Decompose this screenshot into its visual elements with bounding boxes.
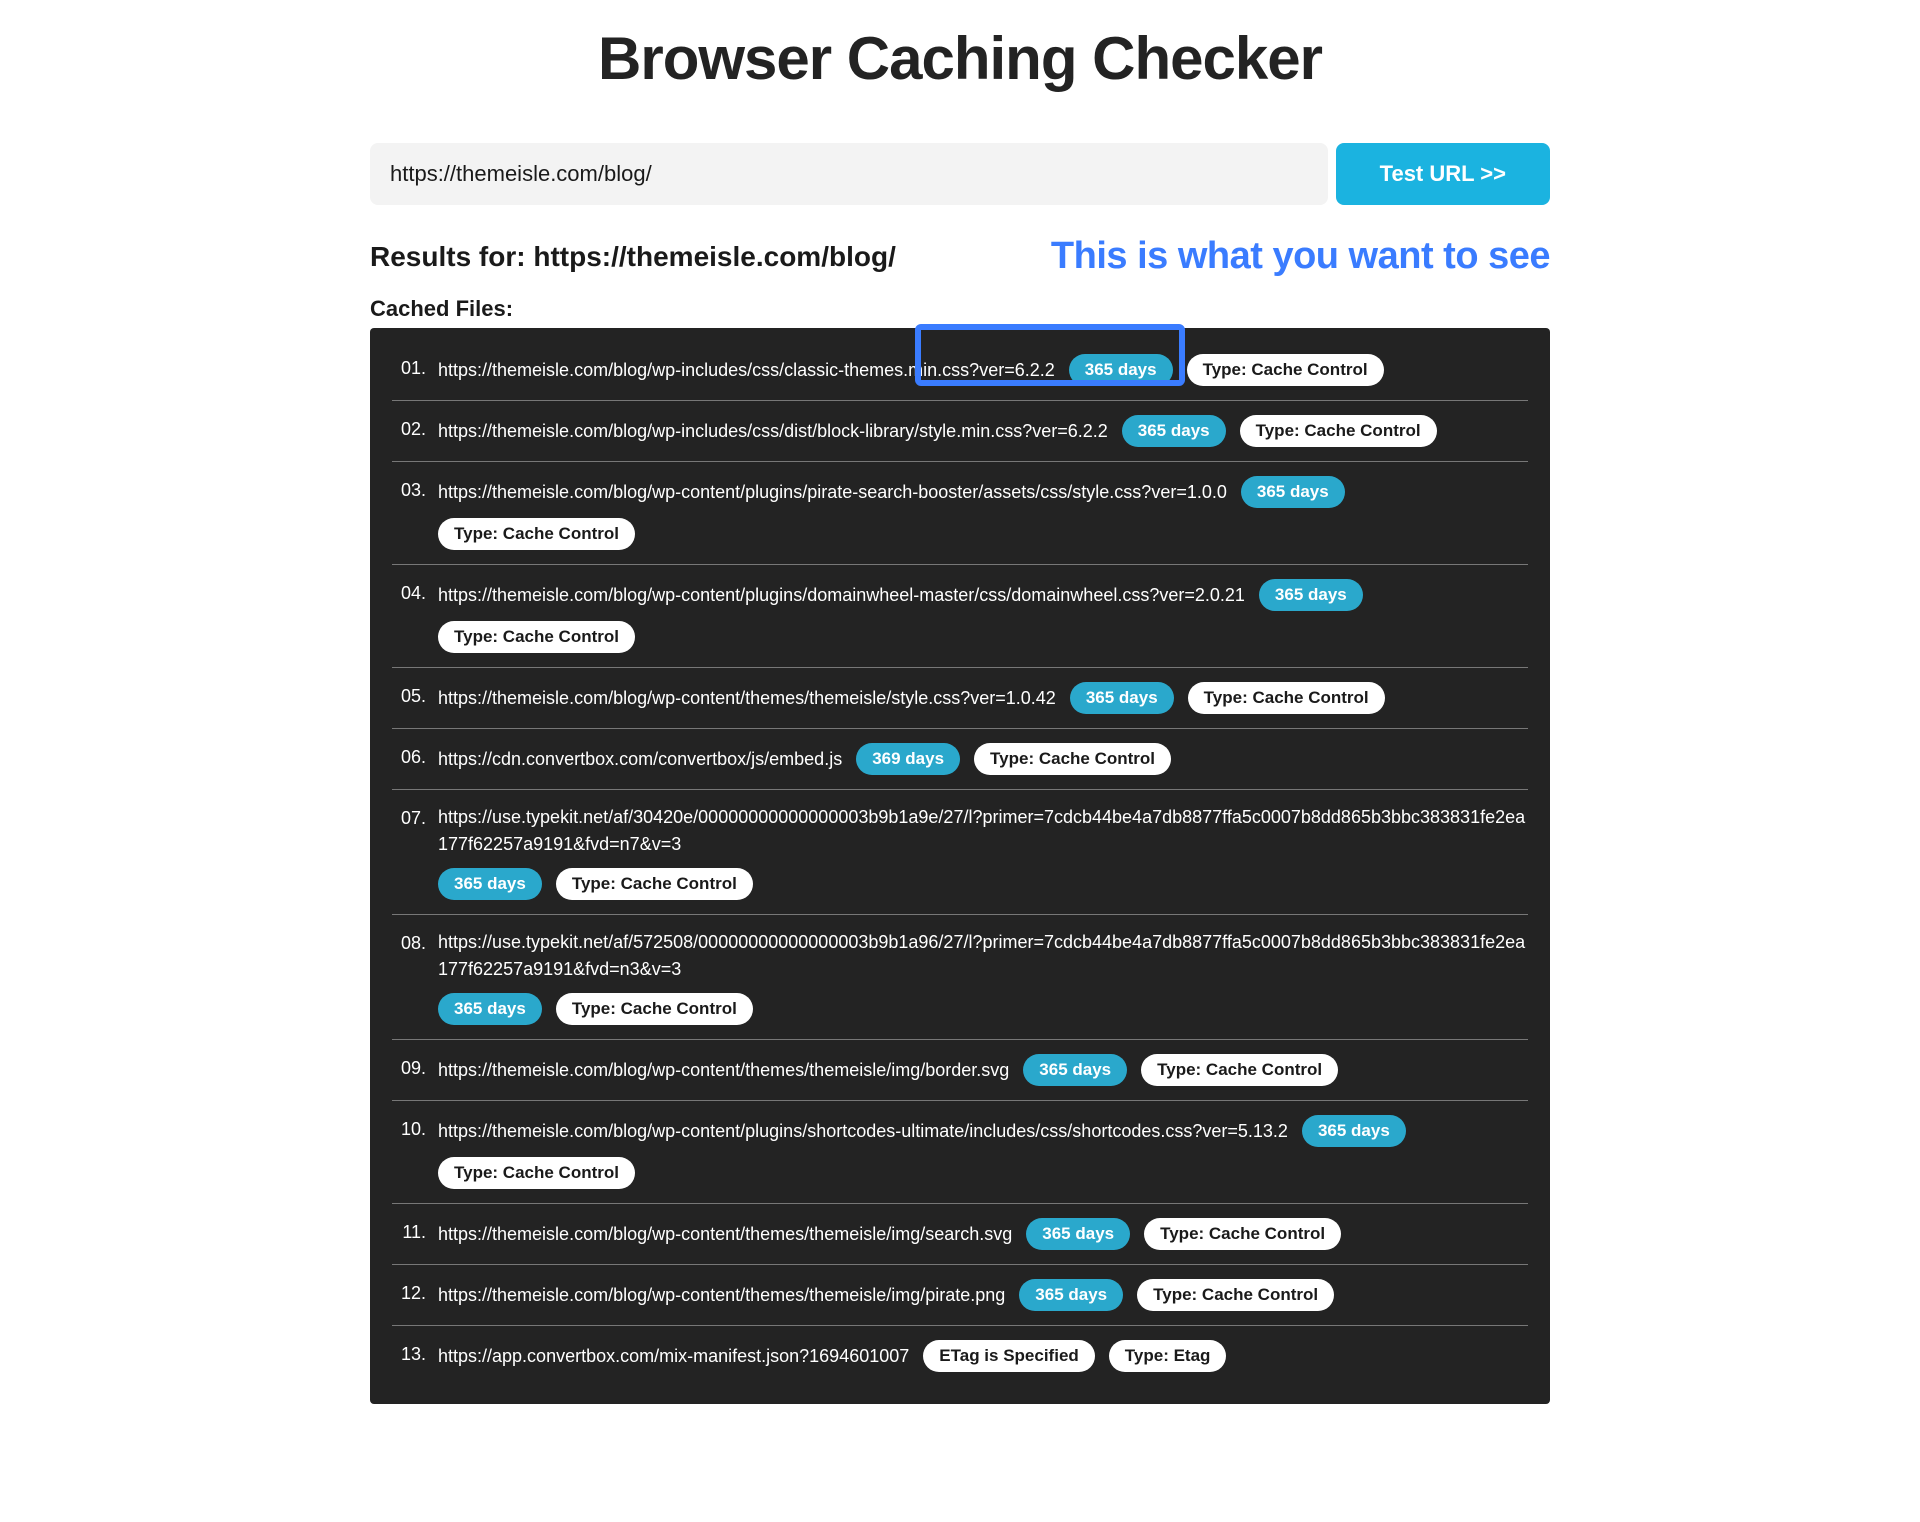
row-index: 05. — [392, 682, 426, 707]
cache-duration-badge: 365 days — [1069, 354, 1173, 386]
row-body: https://themeisle.com/blog/wp-content/th… — [438, 1054, 1528, 1086]
row-body: https://cdn.convertbox.com/convertbox/js… — [438, 743, 1528, 775]
result-row: 11. https://themeisle.com/blog/wp-content… — [392, 1204, 1528, 1265]
result-row: 09. https://themeisle.com/blog/wp-content… — [392, 1040, 1528, 1101]
row-body: https://themeisle.com/blog/wp-content/pl… — [438, 1115, 1528, 1189]
cache-type-badge: Type: Cache Control — [556, 868, 753, 900]
row-url: https://use.typekit.net/af/572508/000000… — [438, 929, 1528, 983]
row-index: 04. — [392, 579, 426, 604]
result-row: 01. https://themeisle.com/blog/wp-include… — [392, 340, 1528, 401]
cache-type-badge: Type: Etag — [1109, 1340, 1227, 1372]
cache-type-badge: Type: Cache Control — [1240, 415, 1437, 447]
row-url: https://themeisle.com/blog/wp-content/pl… — [438, 582, 1245, 609]
cache-type-badge: Type: Cache Control — [556, 993, 753, 1025]
cache-duration-badge: 365 days — [1302, 1115, 1406, 1147]
cache-duration-badge: 365 days — [438, 868, 542, 900]
row-index: 11. — [392, 1218, 426, 1243]
result-row: 10. https://themeisle.com/blog/wp-content… — [392, 1101, 1528, 1204]
url-input[interactable] — [370, 143, 1328, 205]
results-for-url: https://themeisle.com/blog/ — [533, 241, 895, 272]
cache-type-badge: Type: Cache Control — [1187, 354, 1384, 386]
row-index: 03. — [392, 476, 426, 501]
cached-files-label: Cached Files: — [370, 296, 1550, 322]
cache-duration-badge: 365 days — [1023, 1054, 1127, 1086]
result-row: 04. https://themeisle.com/blog/wp-content… — [392, 565, 1528, 668]
row-index: 01. — [392, 354, 426, 379]
result-row: 06. https://cdn.convertbox.com/convertbox… — [392, 729, 1528, 790]
row-url: https://themeisle.com/blog/wp-content/pl… — [438, 1118, 1288, 1145]
cache-type-badge: Type: Cache Control — [438, 1157, 635, 1189]
cache-duration-badge: 369 days — [856, 743, 960, 775]
row-url: https://themeisle.com/blog/wp-includes/c… — [438, 418, 1108, 445]
row-body: https://app.convertbox.com/mix-manifest.… — [438, 1340, 1528, 1372]
url-test-row: Test URL >> — [370, 143, 1550, 205]
page-title: Browser Caching Checker — [370, 0, 1550, 143]
cache-duration-badge: 365 days — [1259, 579, 1363, 611]
cache-type-badge: Type: Cache Control — [1141, 1054, 1338, 1086]
cache-type-badge: Type: Cache Control — [1188, 682, 1385, 714]
result-row: 07. https://use.typekit.net/af/30420e/000… — [392, 790, 1528, 915]
row-body: https://themeisle.com/blog/wp-content/pl… — [438, 579, 1528, 653]
row-index: 09. — [392, 1054, 426, 1079]
row-url: https://themeisle.com/blog/wp-content/pl… — [438, 479, 1227, 506]
result-row: 05. https://themeisle.com/blog/wp-content… — [392, 668, 1528, 729]
row-url: https://themeisle.com/blog/wp-content/th… — [438, 1282, 1005, 1309]
row-index: 06. — [392, 743, 426, 768]
cache-type-badge: Type: Cache Control — [1144, 1218, 1341, 1250]
row-url: https://themeisle.com/blog/wp-content/th… — [438, 1221, 1012, 1248]
cache-duration-badge: 365 days — [1070, 682, 1174, 714]
cache-duration-badge: 365 days — [1026, 1218, 1130, 1250]
annotation-text: This is what you want to see — [1051, 235, 1550, 278]
result-row: 03. https://themeisle.com/blog/wp-content… — [392, 462, 1528, 565]
results-header-row: Results for: https://themeisle.com/blog/… — [370, 235, 1550, 278]
row-index: 13. — [392, 1340, 426, 1365]
results-for-prefix: Results for: — [370, 241, 533, 272]
result-row: 08. https://use.typekit.net/af/572508/000… — [392, 915, 1528, 1040]
cache-type-badge: Type: Cache Control — [1137, 1279, 1334, 1311]
row-body: https://use.typekit.net/af/30420e/000000… — [438, 804, 1528, 900]
row-index: 12. — [392, 1279, 426, 1304]
cache-type-badge: Type: Cache Control — [974, 743, 1171, 775]
row-body: https://themeisle.com/blog/wp-content/th… — [438, 1218, 1528, 1250]
cache-duration-badge: 365 days — [1122, 415, 1226, 447]
results-panel: 01. https://themeisle.com/blog/wp-include… — [370, 328, 1550, 1404]
row-index: 07. — [392, 804, 426, 829]
row-url: https://use.typekit.net/af/30420e/000000… — [438, 804, 1528, 858]
cache-type-badge: ETag is Specified — [923, 1340, 1095, 1372]
row-body: https://themeisle.com/blog/wp-includes/c… — [438, 415, 1528, 447]
result-row: 12. https://themeisle.com/blog/wp-content… — [392, 1265, 1528, 1326]
row-body: https://themeisle.com/blog/wp-includes/c… — [438, 354, 1528, 386]
cache-duration-badge: 365 days — [1241, 476, 1345, 508]
row-url: https://cdn.convertbox.com/convertbox/js… — [438, 746, 842, 773]
row-index: 10. — [392, 1115, 426, 1140]
row-body: https://themeisle.com/blog/wp-content/th… — [438, 682, 1528, 714]
cache-type-badge: Type: Cache Control — [438, 621, 635, 653]
row-body: https://themeisle.com/blog/wp-content/pl… — [438, 476, 1528, 550]
row-index: 08. — [392, 929, 426, 954]
result-row: 13. https://app.convertbox.com/mix-manife… — [392, 1326, 1528, 1386]
cache-type-badge: Type: Cache Control — [438, 518, 635, 550]
test-url-button[interactable]: Test URL >> — [1336, 143, 1550, 205]
cache-duration-badge: 365 days — [1019, 1279, 1123, 1311]
row-body: https://themeisle.com/blog/wp-content/th… — [438, 1279, 1528, 1311]
row-url: https://themeisle.com/blog/wp-includes/c… — [438, 357, 1055, 384]
row-url: https://themeisle.com/blog/wp-content/th… — [438, 685, 1056, 712]
results-for-label: Results for: https://themeisle.com/blog/ — [370, 241, 896, 273]
row-url: https://app.convertbox.com/mix-manifest.… — [438, 1343, 909, 1370]
result-row: 02. https://themeisle.com/blog/wp-include… — [392, 401, 1528, 462]
row-url: https://themeisle.com/blog/wp-content/th… — [438, 1057, 1009, 1084]
row-body: https://use.typekit.net/af/572508/000000… — [438, 929, 1528, 1025]
cache-duration-badge: 365 days — [438, 993, 542, 1025]
row-index: 02. — [392, 415, 426, 440]
